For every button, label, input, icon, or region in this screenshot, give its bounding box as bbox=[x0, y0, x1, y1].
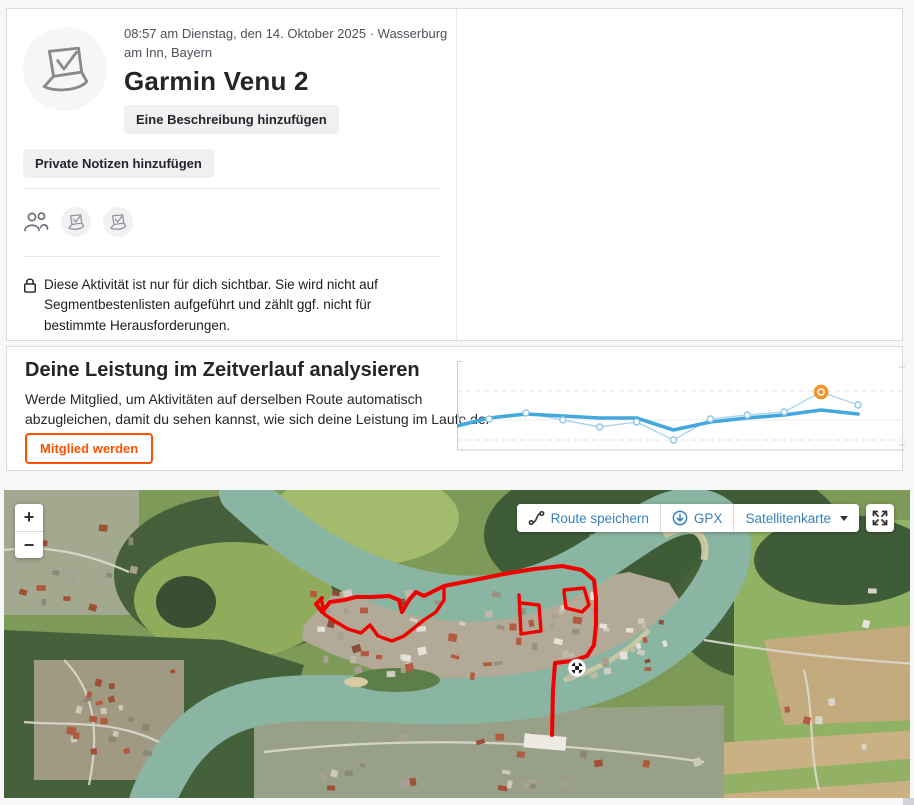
private-notes-button[interactable]: Private Notizen hinzufügen bbox=[23, 149, 214, 178]
upsell-title: Deine Leistung im Zeitverlauf analysiere… bbox=[25, 359, 420, 381]
fullscreen-button[interactable] bbox=[866, 504, 894, 532]
map-zoom-control: + − bbox=[15, 504, 43, 558]
activity-meta: 08:57 am Dienstag, den 14. Oktober 2025 … bbox=[124, 25, 454, 134]
add-description-button[interactable]: Eine Beschreibung hinzufügen bbox=[124, 104, 339, 134]
caret-down-icon bbox=[840, 515, 848, 521]
privacy-note: Diese Aktivität ist nur für dich sichtba… bbox=[23, 275, 425, 336]
zoom-in-button[interactable]: + bbox=[15, 504, 43, 531]
activity-summary-card: 08:57 am Dienstag, den 14. Oktober 2025 … bbox=[6, 8, 903, 341]
download-icon bbox=[672, 510, 688, 526]
map-terrain bbox=[4, 490, 910, 798]
people-icon[interactable] bbox=[23, 210, 49, 234]
layer-label: Satellitenkarte bbox=[745, 510, 831, 526]
save-route-button[interactable]: Route speichern bbox=[516, 504, 660, 532]
activity-title: Garmin Venu 2 bbox=[124, 65, 309, 96]
map-controls: Route speichern GPX Satellitenkarte bbox=[516, 504, 894, 532]
activity-header-column: 08:57 am Dienstag, den 14. Oktober 2025 … bbox=[7, 9, 457, 340]
map-button-group: Route speichern GPX Satellitenkarte bbox=[516, 504, 859, 532]
gpx-label: GPX bbox=[693, 510, 723, 526]
route-map[interactable]: + − Route speichern GPX Satellitenkarte bbox=[4, 490, 910, 798]
lock-icon bbox=[24, 278, 36, 293]
activity-datetime: 08:57 am Dienstag, den 14. Oktober 2025 … bbox=[124, 26, 448, 60]
laptop-check-icon bbox=[68, 214, 85, 230]
privacy-text: Diese Aktivität ist nur für dich sichtba… bbox=[44, 277, 378, 333]
route-icon bbox=[528, 510, 545, 526]
social-row bbox=[23, 207, 133, 237]
upsell-card: Deine Leistung im Zeitverlauf analysiere… bbox=[6, 346, 905, 471]
laptop-check-icon bbox=[42, 46, 89, 92]
gpx-download-button[interactable]: GPX bbox=[659, 504, 734, 532]
route-finish-marker bbox=[567, 658, 587, 678]
zoom-out-button[interactable]: − bbox=[15, 531, 43, 558]
activity-stats-column: 3,97km Distanz 12:19 Bewegungszeit 5m Hö… bbox=[457, 9, 902, 340]
scroll-corner bbox=[903, 798, 914, 805]
performance-chart bbox=[457, 361, 905, 451]
laptop-check-icon bbox=[110, 214, 127, 230]
activity-type-badge[interactable] bbox=[103, 207, 133, 237]
divider bbox=[23, 188, 440, 189]
save-route-label: Route speichern bbox=[550, 510, 649, 526]
activity-type-badge[interactable] bbox=[61, 207, 91, 237]
satellite-map-image[interactable] bbox=[4, 490, 910, 798]
map-layer-select[interactable]: Satellitenkarte bbox=[733, 504, 859, 532]
divider bbox=[23, 256, 440, 257]
fullscreen-icon bbox=[872, 510, 888, 526]
avatar[interactable] bbox=[23, 27, 107, 111]
become-member-button[interactable]: Mitglied werden bbox=[25, 433, 154, 464]
